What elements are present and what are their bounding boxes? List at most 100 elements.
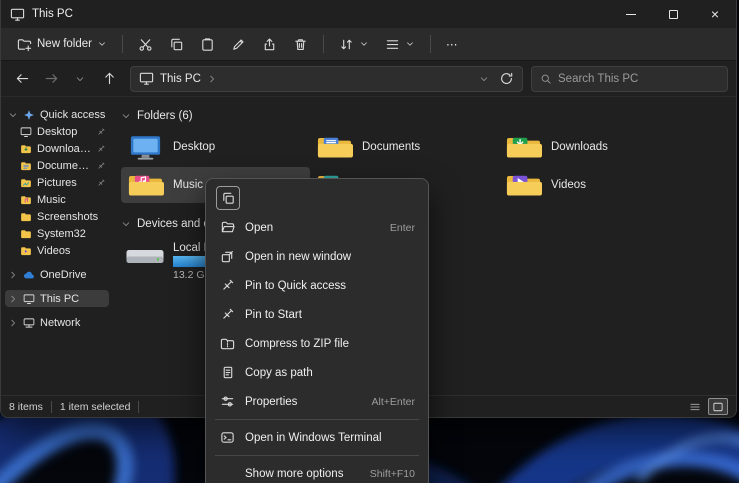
cut-button[interactable] (131, 31, 160, 58)
sidebar-item-label: Videos (37, 245, 106, 257)
folder-tile-videos[interactable]: Videos (499, 167, 688, 203)
sidebar-item-desktop[interactable]: Desktop (5, 123, 109, 140)
thumbnail-view-button[interactable] (708, 398, 728, 415)
desktop-icon (20, 126, 32, 138)
videos-icon (505, 170, 542, 200)
new-folder-icon (17, 37, 32, 52)
videos-folder-icon (20, 245, 32, 257)
menu-item-properties[interactable]: Properties Alt+Enter (210, 387, 424, 416)
copy-icon (221, 191, 236, 206)
folder-icon (20, 211, 32, 223)
copy-button[interactable] (162, 31, 191, 58)
sidebar-item-music[interactable]: Music (5, 191, 109, 208)
menu-item-open-in-new-window[interactable]: Open in new window (210, 242, 424, 271)
quick-access-star-icon (23, 109, 35, 121)
view-toggle-group (685, 398, 728, 415)
refresh-icon[interactable] (499, 71, 514, 86)
section-title: Folders (6) (137, 110, 193, 122)
documents-icon (316, 132, 353, 162)
menu-item-copy-as-path[interactable]: Copy as path (210, 358, 424, 387)
menu-item-show-more-options[interactable]: Show more options Shift+F10 (210, 459, 424, 483)
copy-path-icon (219, 365, 235, 380)
title-bar[interactable]: This PC × (1, 0, 736, 28)
folder-tile-label: Downloads (551, 141, 608, 153)
chevron-right-icon (8, 270, 18, 280)
menu-item-open[interactable]: Open Enter (210, 213, 424, 242)
sidebar-item-network[interactable]: Network (5, 314, 109, 331)
folder-tile-label: Documents (362, 141, 420, 153)
this-pc-icon (139, 71, 154, 86)
chevron-down-icon (8, 110, 18, 120)
context-menu-quick-actions (210, 183, 424, 213)
see-more-button[interactable]: ⋯ (439, 31, 465, 58)
pin-icon (96, 178, 106, 188)
folder-tile-label: Desktop (173, 141, 215, 153)
maximize-button[interactable] (652, 0, 694, 28)
downloads-folder-icon (20, 143, 32, 155)
navigation-bar: This PC Search This PC (1, 61, 736, 97)
sidebar-group-gap (5, 307, 109, 314)
sidebar-item-downloads[interactable]: Downloads (5, 140, 109, 157)
paste-button[interactable] (193, 31, 222, 58)
sidebar-item-this-pc[interactable]: This PC (5, 290, 109, 307)
menu-item-open-in-windows-terminal[interactable]: Open in Windows Terminal (210, 423, 424, 452)
folder-tile-downloads[interactable]: Downloads (499, 129, 688, 165)
sort-button[interactable] (332, 31, 376, 58)
menu-item-pin-to-quick-access[interactable]: Pin to Quick access (210, 271, 424, 300)
recent-locations-button[interactable] (67, 66, 93, 92)
menu-item-compress-to-zip[interactable]: Compress to ZIP file (210, 329, 424, 358)
back-button[interactable] (9, 66, 35, 92)
item-count: 8 items (9, 401, 43, 413)
sidebar-item-videos[interactable]: Videos (5, 242, 109, 259)
zip-icon (219, 336, 235, 351)
menu-item-pin-to-start[interactable]: Pin to Start (210, 300, 424, 329)
onedrive-cloud-icon (23, 269, 35, 281)
sidebar-item-pictures[interactable]: Pictures (5, 174, 109, 191)
sidebar-item-onedrive[interactable]: OneDrive (5, 266, 109, 283)
menu-separator (215, 455, 419, 456)
forward-button[interactable] (38, 66, 64, 92)
pin-icon (96, 161, 106, 171)
music-icon (127, 170, 164, 200)
address-bar[interactable]: This PC (130, 66, 523, 92)
chevron-right-icon (207, 74, 217, 84)
sidebar-item-label: Documents (37, 160, 91, 172)
sidebar-group-gap (5, 283, 109, 290)
search-box[interactable]: Search This PC (531, 66, 728, 92)
sidebar-item-label: Downloads (37, 143, 91, 155)
details-view-icon (689, 401, 701, 413)
sidebar-item-system32[interactable]: System32 (5, 225, 109, 242)
sidebar-item-documents[interactable]: Documents (5, 157, 109, 174)
delete-button[interactable] (286, 31, 315, 58)
desktop-icon (127, 132, 164, 162)
up-button[interactable] (96, 66, 122, 92)
navigation-pane: Quick access Desktop Down (1, 97, 113, 395)
properties-icon (219, 394, 235, 409)
copy-quick-button[interactable] (216, 186, 240, 210)
paste-icon (200, 37, 215, 52)
details-view-button[interactable] (685, 398, 705, 415)
sidebar-item-label: System32 (37, 228, 106, 240)
new-folder-button[interactable]: New folder (10, 31, 114, 58)
breadcrumb[interactable]: This PC (160, 73, 201, 85)
chevron-right-icon (8, 318, 18, 328)
minimize-icon (626, 14, 636, 15)
folder-tile-documents[interactable]: Documents (310, 129, 499, 165)
folders-section-header[interactable]: Folders (6) (121, 107, 728, 125)
up-icon (102, 71, 117, 86)
sidebar-item-quick-access[interactable]: Quick access (5, 106, 109, 123)
close-button[interactable]: × (694, 0, 736, 28)
sidebar-item-label: OneDrive (40, 269, 106, 281)
sidebar-item-screenshots[interactable]: Screenshots (5, 208, 109, 225)
search-placeholder: Search This PC (558, 73, 638, 85)
pin-icon (96, 144, 106, 154)
rename-button[interactable] (224, 31, 253, 58)
view-button[interactable] (378, 31, 422, 58)
share-button[interactable] (255, 31, 284, 58)
sidebar-item-label: Desktop (37, 126, 91, 138)
rename-icon (231, 37, 246, 52)
minimize-button[interactable] (610, 0, 652, 28)
folder-tile-desktop[interactable]: Desktop (121, 129, 310, 165)
window-controls: × (610, 0, 736, 28)
chevron-down-icon[interactable] (479, 74, 489, 84)
